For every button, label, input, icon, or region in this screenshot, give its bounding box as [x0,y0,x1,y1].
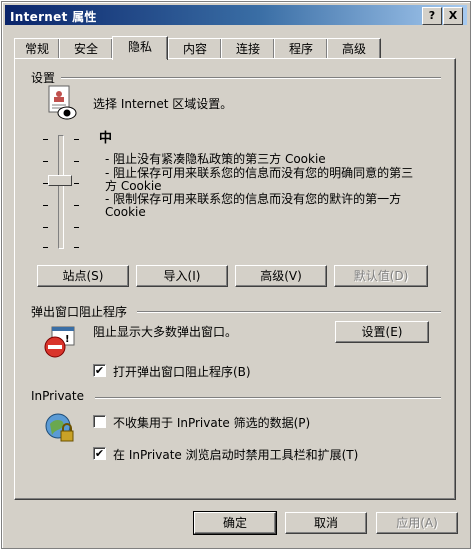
popup-group-divider [137,311,441,313]
inprivate-filtering-checkbox-label[interactable]: 不收集用于 InPrivate 筛选的数据(P) [113,414,310,431]
help-button[interactable]: ? [422,7,442,25]
ok-button[interactable]: 确定 [193,511,277,535]
cancel-button[interactable]: 取消 [285,512,367,534]
tab-advanced[interactable]: 高级 [327,38,381,59]
default-button[interactable]: 默认值(D) [334,265,428,287]
settings-intro-text: 选择 Internet 区域设置。 [93,97,233,111]
tab-connections[interactable]: 连接 [221,38,275,59]
privacy-description-2: - 阻止保存可用来联系您的信息而没有您的明确同意的第三方 Cookie [105,166,414,193]
settings-group-label: 设置 [31,71,56,85]
slider-track [58,135,64,249]
title-bar[interactable]: Internet 属性 ? X [5,5,467,25]
internet-properties-dialog: Internet 属性 ? X 常规 安全 隐私 内容 连接 程序 高级 设置 … [1,1,471,549]
privacy-description-1: - 阻止没有紧凑隐私政策的第三方 Cookie [105,152,326,166]
tab-security[interactable]: 安全 [59,38,113,59]
window-title: Internet 属性 [10,10,97,24]
popup-text: 阻止显示大多数弹出窗口。 [93,325,238,339]
apply-button[interactable]: 应用(A) [376,512,458,534]
inprivate-group-label: InPrivate [31,389,84,403]
tab-privacy[interactable]: 隐私 [112,36,168,62]
sites-button[interactable]: 站点(S) [37,265,129,287]
popup-blocker-checkbox-label[interactable]: 打开弹出窗口阻止程序(B) [113,363,251,380]
privacy-panel: 设置 选择 Internet 区域设置。 中 - 阻止没有紧凑隐私政策的第三方 … [14,58,456,500]
inprivate-toolbars-checkbox[interactable]: ✔ [93,447,106,460]
popup-blocker-icon: ! [43,325,77,359]
popup-blocker-checkbox[interactable]: ✔ [93,364,106,377]
advanced-button[interactable]: 高级(V) [235,265,327,287]
tab-general[interactable]: 常规 [14,38,60,59]
popup-settings-button[interactable]: 设置(E) [335,321,429,343]
tab-content[interactable]: 内容 [168,38,222,59]
import-button[interactable]: 导入(I) [136,265,228,287]
privacy-level-slider[interactable] [39,135,83,251]
inprivate-toolbars-checkbox-label[interactable]: 在 InPrivate 浏览启动时禁用工具栏和扩展(T) [113,446,358,463]
settings-group-divider [61,77,441,79]
privacy-level-name: 中 [99,131,113,146]
close-button[interactable]: X [443,7,463,25]
inprivate-filtering-checkbox[interactable] [93,415,106,428]
svg-text:!: ! [65,334,70,345]
tab-programs[interactable]: 程序 [274,38,328,59]
inprivate-group-divider [95,397,441,399]
popup-group-label: 弹出窗口阻止程序 [31,305,128,319]
inprivate-icon [43,411,77,445]
privacy-description-3: - 限制保存可用来联系您的信息而没有您的默许的第一方 Cookie [105,192,402,219]
privacy-document-icon [45,85,77,121]
slider-thumb[interactable] [48,175,72,187]
